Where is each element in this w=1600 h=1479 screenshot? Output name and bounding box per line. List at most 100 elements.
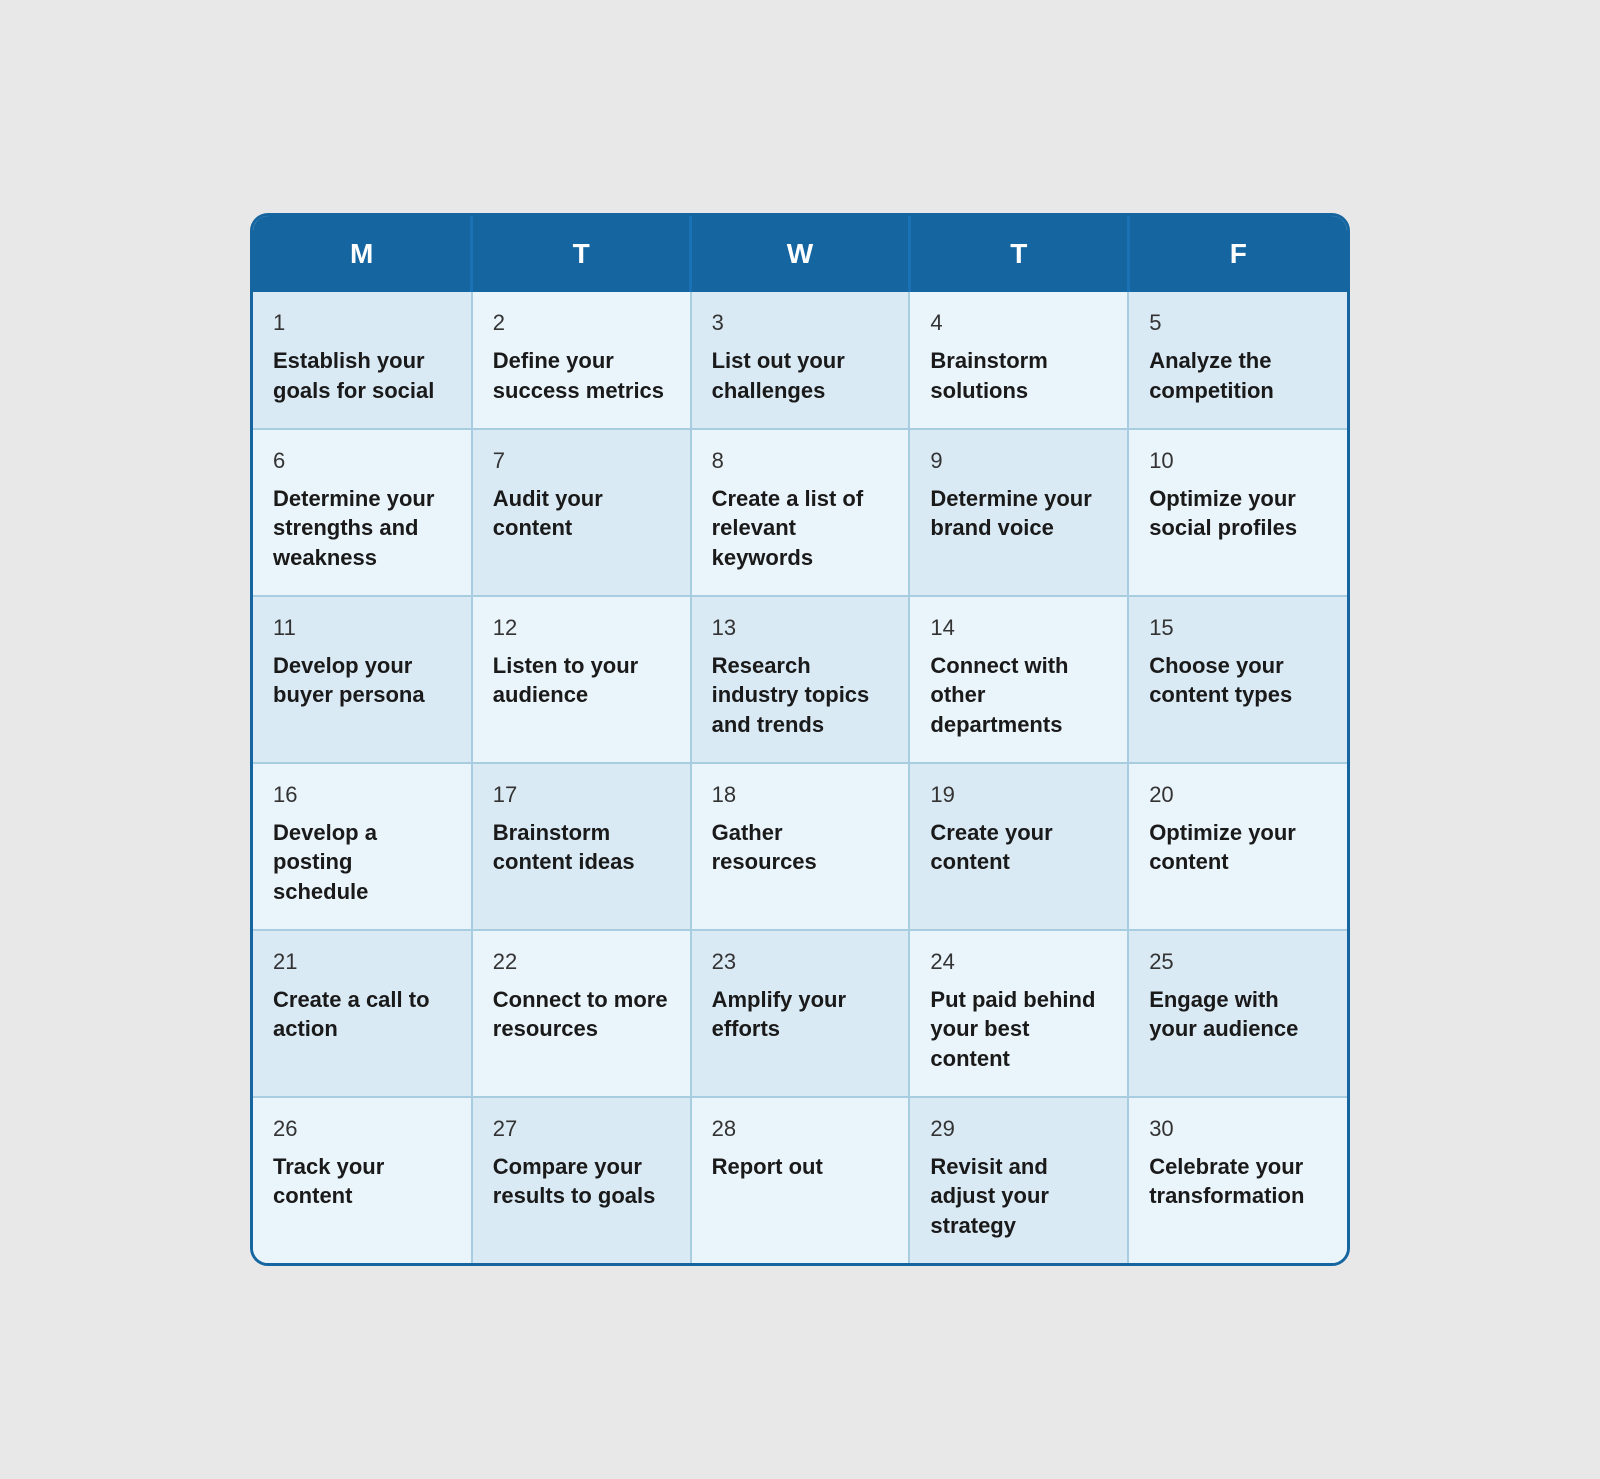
cell-number-16: 16 [273,782,451,808]
calendar-cell-3: 3 List out your challenges [691,292,910,428]
cell-number-5: 5 [1149,310,1327,336]
cell-text-9: Determine your brand voice [930,486,1091,541]
calendar-cell-6: 6 Determine your strengths and weakness [253,429,472,596]
cell-text-17: Brainstorm content ideas [493,820,635,875]
calendar-cell-21: 21 Create a call to action [253,930,472,1097]
calendar-cell-13: 13 Research industry topics and trends [691,596,910,763]
calendar-row-6: 26 Track your content 27 Compare your resul… [253,1097,1347,1263]
cell-number-6: 6 [273,448,451,474]
cell-number-21: 21 [273,949,451,975]
cell-text-15: Choose your content types [1149,653,1292,708]
calendar-cell-11: 11Develop your buyer persona [253,596,472,763]
calendar-cell-14: 14 Connect with other departments [909,596,1128,763]
cell-text-10: Optimize your social profiles [1149,486,1297,541]
cell-number-19: 19 [930,782,1107,808]
cell-text-11: Develop your buyer persona [273,653,425,708]
calendar-cell-10: 10 Optimize your social profiles [1128,429,1347,596]
cell-text-29: Revisit and adjust your strategy [930,1154,1049,1238]
calendar-cell-24: 24 Put paid behind your best content [909,930,1128,1097]
calendar-cell-26: 26 Track your content [253,1097,472,1263]
calendar-cell-23: 23 Amplify your efforts [691,930,910,1097]
cell-number-23: 23 [712,949,889,975]
header-row: MTWTF [253,216,1347,292]
cell-number-24: 24 [930,949,1107,975]
cell-text-19: Create your content [930,820,1052,875]
cell-number-9: 9 [930,448,1107,474]
cell-text-1: Establish your goals for social [273,348,434,403]
cell-number-1: 1 [273,310,451,336]
cell-number-4: 4 [930,310,1107,336]
cell-text-2: Define your success metrics [493,348,664,403]
header-m-0: M [253,216,472,292]
calendar-row-2: 6 Determine your strengths and weakness 7 A… [253,429,1347,596]
calendar-cell-12: 12 Listen to your audience [472,596,691,763]
cell-text-22: Connect to more resources [493,987,668,1042]
header-t-3: T [909,216,1128,292]
cell-text-21: Create a call to action [273,987,430,1042]
cell-number-26: 26 [273,1116,451,1142]
cell-number-7: 7 [493,448,670,474]
cell-text-4: Brainstorm solutions [930,348,1047,403]
cell-text-26: Track your content [273,1154,384,1209]
cell-text-16: Develop a posting schedule [273,820,377,904]
cell-number-27: 27 [493,1116,670,1142]
cell-text-23: Amplify your efforts [712,987,846,1042]
calendar-cell-30: 30 Celebrate your transformation [1128,1097,1347,1263]
cell-number-28: 28 [712,1116,889,1142]
cell-number-18: 18 [712,782,889,808]
calendar-cell-7: 7 Audit your content [472,429,691,596]
calendar-row-3: 11Develop your buyer persona 12 Listen to … [253,596,1347,763]
cell-number-30: 30 [1149,1116,1327,1142]
calendar-cell-27: 27 Compare your results to goals [472,1097,691,1263]
calendar-cell-8: 8 Create a list of relevant keywords [691,429,910,596]
calendar-table: MTWTF 1Establish your goals for social2D… [253,216,1347,1263]
cell-number-22: 22 [493,949,670,975]
cell-text-7: Audit your content [493,486,603,541]
cell-number-3: 3 [712,310,889,336]
header-t-1: T [472,216,691,292]
cell-number-10: 10 [1149,448,1327,474]
cell-text-6: Determine your strengths and weakness [273,486,434,570]
cell-number-29: 29 [930,1116,1107,1142]
cell-number-12: 12 [493,615,670,641]
cell-text-27: Compare your results to goals [493,1154,656,1209]
calendar-cell-5: 5 Analyze the competition [1128,292,1347,428]
calendar-cell-17: 17 Brainstorm content ideas [472,763,691,930]
cell-text-13: Research industry topics and trends [712,653,870,737]
header-w-2: W [691,216,910,292]
cell-number-17: 17 [493,782,670,808]
calendar-cell-4: 4 Brainstorm solutions [909,292,1128,428]
cell-number-14: 14 [930,615,1107,641]
calendar-cell-20: 20 Optimize your content [1128,763,1347,930]
calendar-row-1: 1 Establish your goals for social 2 Define … [253,292,1347,428]
cell-number-13: 13 [712,615,889,641]
calendar-cell-29: 29 Revisit and adjust your strategy [909,1097,1128,1263]
cell-number-20: 20 [1149,782,1327,808]
calendar-cell-28: 28 Report out [691,1097,910,1263]
calendar-cell-2: 2 Define your success metrics [472,292,691,428]
calendar-container: MTWTF 1Establish your goals for social2D… [250,213,1350,1266]
calendar-cell-15: 15 Choose your content types [1128,596,1347,763]
cell-text-12: Listen to your audience [493,653,638,708]
cell-text-24: Put paid behind your best content [930,987,1095,1071]
calendar-cell-1: 1 Establish your goals for social [253,292,472,428]
header-f-4: F [1128,216,1347,292]
cell-number-8: 8 [712,448,889,474]
calendar-cell-9: 9 Determine your brand voice [909,429,1128,596]
calendar-cell-25: 25Engage with your audience [1128,930,1347,1097]
calendar-row-5: 21 Create a call to action 22 Connect to mo… [253,930,1347,1097]
calendar-cell-22: 22 Connect to more resources [472,930,691,1097]
calendar-cell-18: 18 Gather resources [691,763,910,930]
cell-number-25: 25 [1149,949,1327,975]
cell-text-20: Optimize your content [1149,820,1296,875]
cell-text-5: Analyze the competition [1149,348,1274,403]
cell-text-28: Report out [712,1154,823,1179]
calendar-cell-16: 16 Develop a posting schedule [253,763,472,930]
cell-text-3: List out your challenges [712,348,845,403]
cell-text-30: Celebrate your transformation [1149,1154,1304,1209]
cell-text-8: Create a list of relevant keywords [712,486,864,570]
cell-number-15: 15 [1149,615,1327,641]
cell-number-2: 2 [493,310,670,336]
cell-text-14: Connect with other departments [930,653,1068,737]
cell-text-18: Gather resources [712,820,817,875]
